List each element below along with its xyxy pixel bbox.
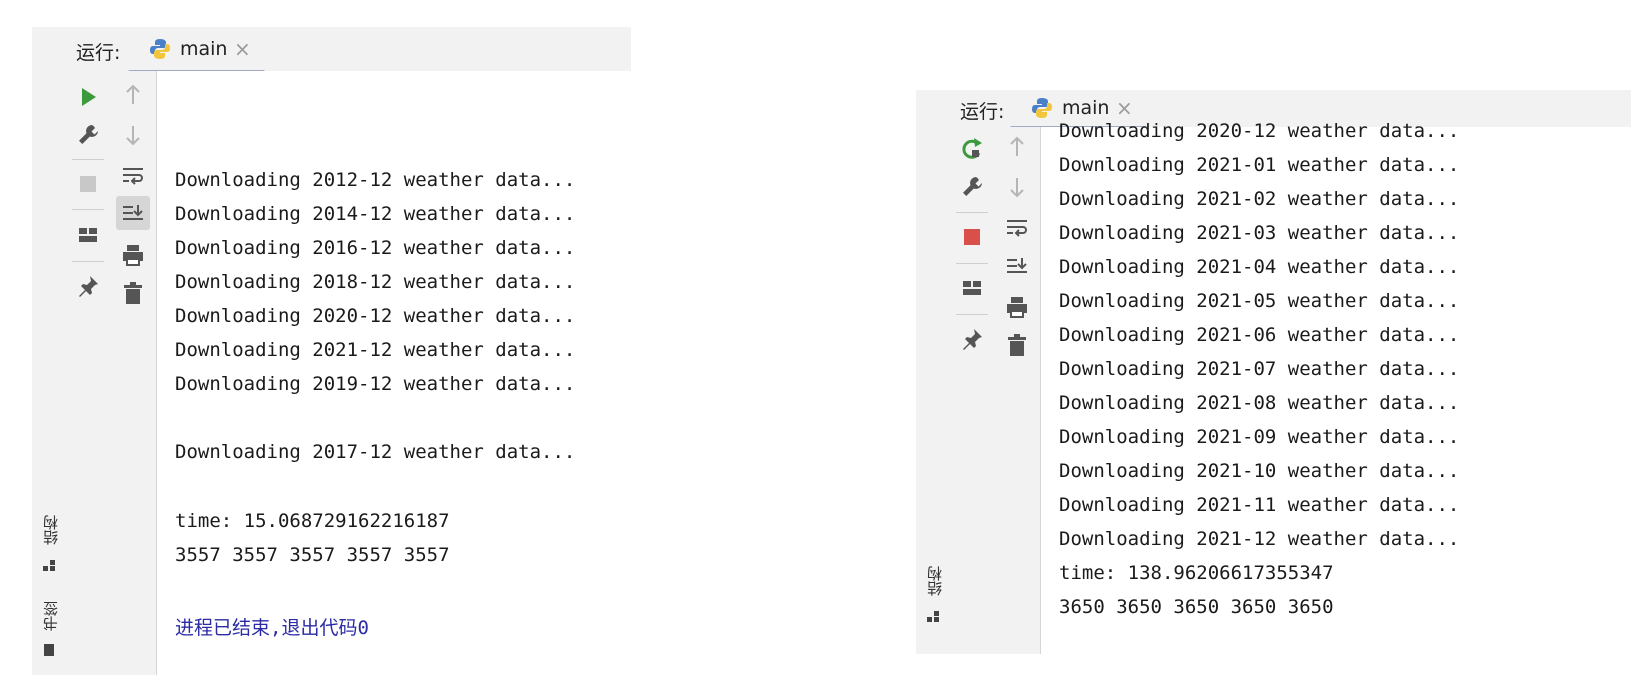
soft-wrap-icon[interactable] <box>119 161 147 189</box>
console-line: Downloading 2018-12 weather data... <box>175 271 576 293</box>
console-line: Downloading 2021-01 weather data... <box>1059 154 1460 176</box>
toolbar-separator <box>956 212 988 213</box>
run-toolbar-primary <box>66 71 112 675</box>
wrench-icon[interactable] <box>74 121 102 149</box>
arrow-up-icon[interactable] <box>119 81 147 109</box>
print-icon[interactable] <box>1003 293 1031 321</box>
run-panel-left: 结构 书签 运行: main × Downloading 2012-12 wea… <box>32 27 631 675</box>
layout-icon[interactable] <box>958 274 986 302</box>
print-icon[interactable] <box>119 241 147 269</box>
console-line: Downloading 2021-05 weather data... <box>1059 290 1460 312</box>
console-output[interactable]: Downloading 2020-12 weather data... Down… <box>1041 120 1631 654</box>
rerun-icon[interactable] <box>958 135 986 163</box>
console-line: Downloading 2020-12 weather data... <box>1059 120 1460 142</box>
console-line: Downloading 2021-09 weather data... <box>1059 426 1460 448</box>
console-line: Downloading 2021-12 weather data... <box>175 339 576 361</box>
console-line-time: time: 138.96206617355347 <box>1059 562 1334 584</box>
toolbar-separator <box>956 263 988 264</box>
tab-main-label: main <box>1062 97 1110 119</box>
bookmarks-tab-label[interactable]: 书签 <box>40 601 61 631</box>
console-line: Downloading 2017-12 weather data... <box>175 441 576 463</box>
python-icon <box>1032 98 1052 118</box>
structure-icon[interactable] <box>926 610 940 624</box>
run-tool-header: 运行: main × <box>66 27 631 74</box>
console-line: Downloading 2014-12 weather data... <box>175 203 576 225</box>
console-line: Downloading 2021-03 weather data... <box>1059 222 1460 244</box>
soft-wrap-icon[interactable] <box>1003 213 1031 241</box>
tab-main-label: main <box>180 38 228 60</box>
layout-icon[interactable] <box>74 221 102 249</box>
close-icon[interactable]: × <box>234 37 251 61</box>
trash-icon[interactable] <box>119 279 147 307</box>
console-output[interactable]: Downloading 2012-12 weather data... Down… <box>157 71 631 675</box>
run-label: 运行: <box>960 101 1005 123</box>
console-line-counts: 3557 3557 3557 3557 3557 <box>175 544 450 566</box>
run-toolbar-primary <box>950 127 996 654</box>
console-line: Downloading 2021-08 weather data... <box>1059 392 1460 414</box>
run-label: 运行: <box>76 42 121 64</box>
structure-tab-label[interactable]: 结构 <box>924 566 945 596</box>
bookmark-icon[interactable] <box>42 643 56 657</box>
console-line: Downloading 2019-12 weather data... <box>175 373 576 395</box>
console-line-time: time: 15.068729162216187 <box>175 510 450 532</box>
console-exit-message: 进程已结束,退出代码0 <box>175 617 369 639</box>
side-tool-strip: 结构 书签 <box>32 27 67 675</box>
structure-tab-label[interactable]: 结构 <box>40 515 61 545</box>
console-line: Downloading 2021-10 weather data... <box>1059 460 1460 482</box>
run-icon[interactable] <box>74 83 102 111</box>
close-icon[interactable]: × <box>1116 96 1133 120</box>
toolbar-separator <box>956 314 988 315</box>
tab-main[interactable]: main × <box>128 27 288 74</box>
console-line: Downloading 2021-02 weather data... <box>1059 188 1460 210</box>
console-line: Downloading 2016-12 weather data... <box>175 237 576 259</box>
scroll-to-end-icon[interactable] <box>119 199 147 227</box>
scroll-to-end-icon[interactable] <box>1003 252 1031 280</box>
arrow-down-icon[interactable] <box>1003 173 1031 201</box>
stop-icon[interactable] <box>958 223 986 251</box>
python-icon <box>150 39 170 59</box>
console-line: Downloading 2021-06 weather data... <box>1059 324 1460 346</box>
wrench-icon[interactable] <box>958 173 986 201</box>
arrow-up-icon[interactable] <box>1003 133 1031 161</box>
arrow-down-icon[interactable] <box>119 121 147 149</box>
trash-icon[interactable] <box>1003 331 1031 359</box>
run-toolbar-secondary <box>111 71 157 675</box>
run-toolbar-secondary <box>995 127 1041 654</box>
pin-icon[interactable] <box>958 325 986 353</box>
toolbar-separator <box>72 209 104 210</box>
side-tool-strip: 结构 <box>916 90 951 654</box>
console-line-counts: 3650 3650 3650 3650 3650 <box>1059 596 1334 618</box>
toolbar-separator <box>72 261 104 262</box>
pin-icon[interactable] <box>74 272 102 300</box>
stop-icon[interactable] <box>74 170 102 198</box>
console-line: Downloading 2021-11 weather data... <box>1059 494 1460 516</box>
console-line: Downloading 2021-12 weather data... <box>1059 528 1460 550</box>
console-line: Downloading 2021-04 weather data... <box>1059 256 1460 278</box>
run-panel-right: 结构 运行: main × Downloading 2020-12 weathe… <box>916 90 1631 654</box>
console-line: Downloading 2012-12 weather data... <box>175 169 576 191</box>
console-line: Downloading 2021-07 weather data... <box>1059 358 1460 380</box>
toolbar-separator <box>72 159 104 160</box>
structure-icon[interactable] <box>42 559 56 573</box>
console-line: Downloading 2020-12 weather data... <box>175 305 576 327</box>
